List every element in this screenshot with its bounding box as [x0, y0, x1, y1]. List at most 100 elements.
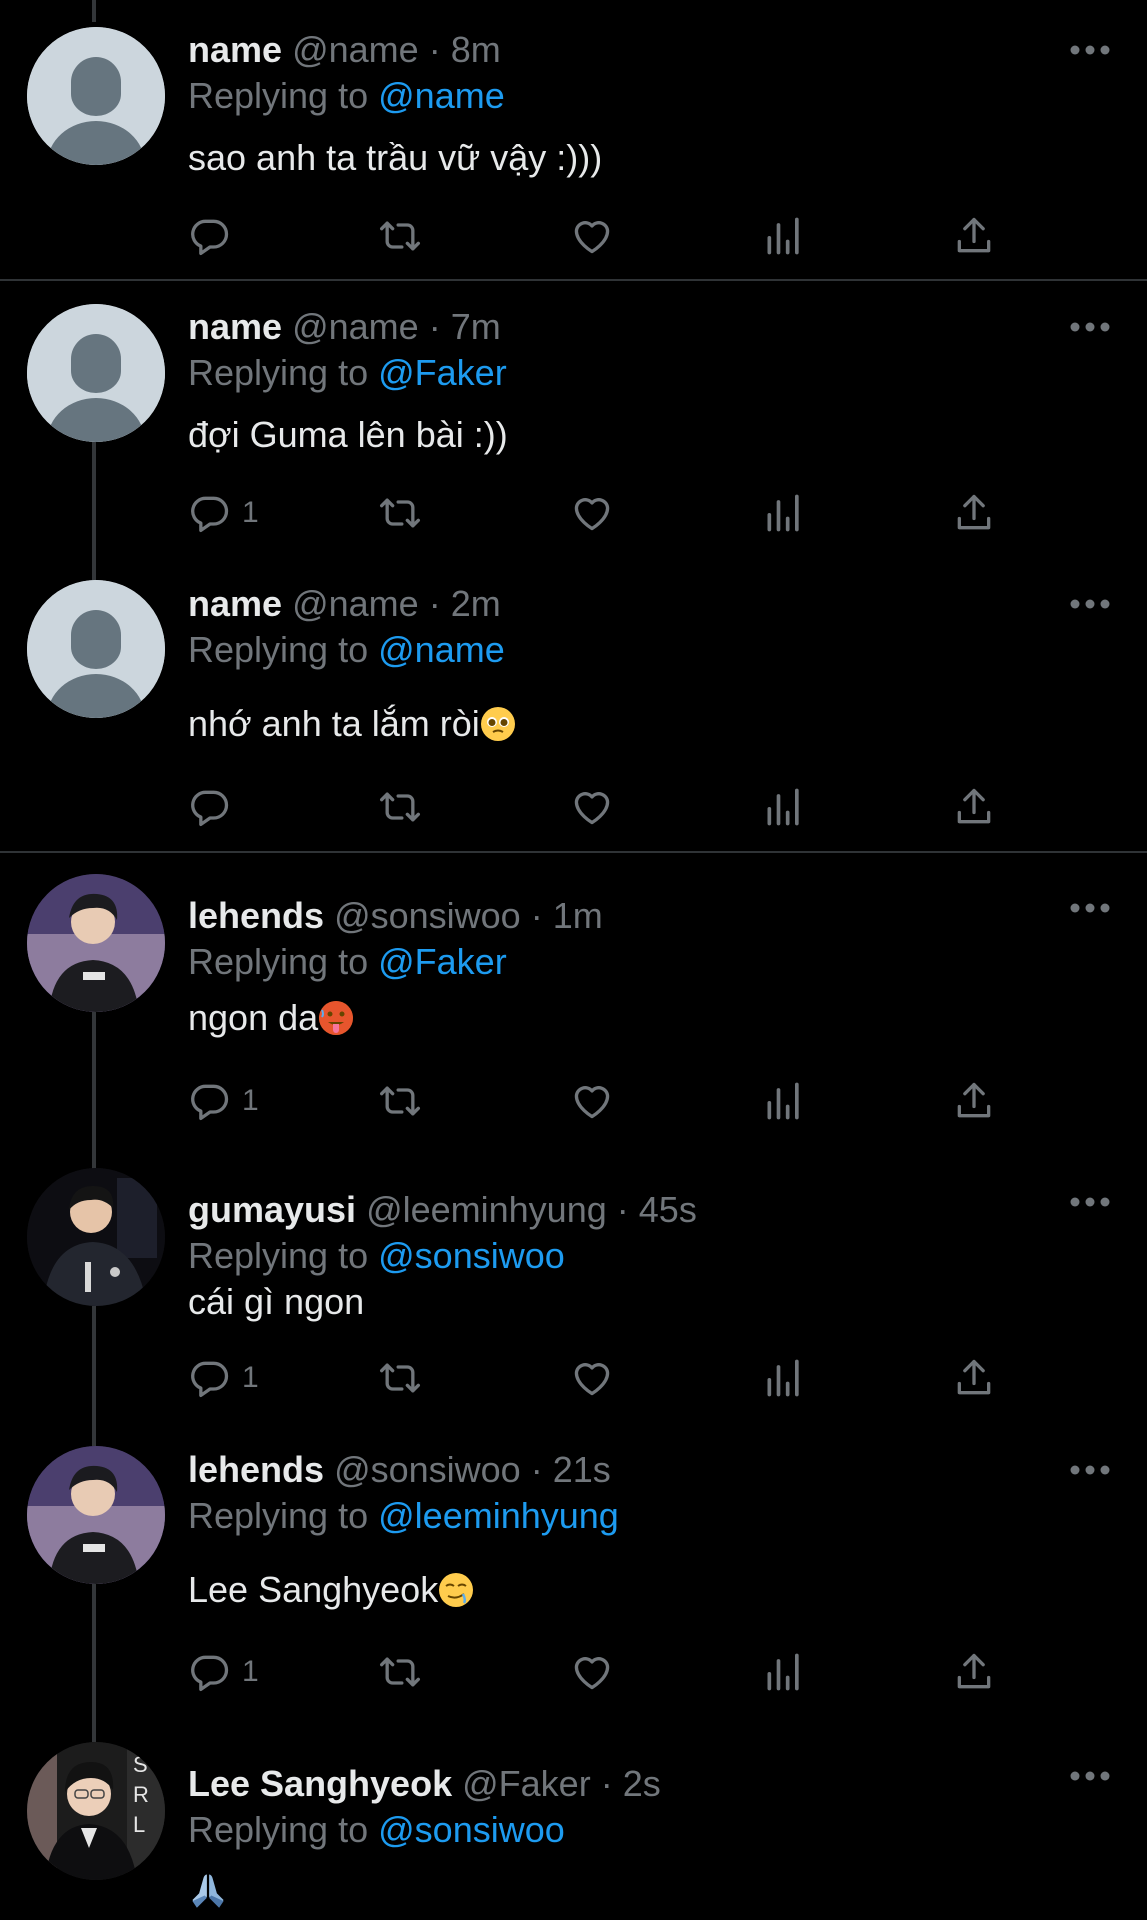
views-button[interactable] — [762, 1354, 806, 1402]
share-button[interactable] — [952, 1077, 996, 1125]
like-button[interactable] — [570, 212, 614, 260]
avatar-photo[interactable] — [27, 1168, 165, 1306]
mention-link[interactable]: @sonsiwoo — [378, 1809, 565, 1850]
replying-to: Replying to @leeminhyung — [188, 1494, 619, 1538]
more-options-icon[interactable] — [1070, 594, 1110, 614]
more-options-icon[interactable] — [1070, 317, 1110, 337]
avatar-photo[interactable] — [27, 874, 165, 1012]
separator-dot: · — [530, 1449, 543, 1490]
mention-link[interactable]: @Faker — [378, 352, 507, 393]
replying-to-label: Replying to — [188, 1809, 369, 1850]
more-options-icon[interactable] — [1070, 1460, 1110, 1480]
views-button[interactable] — [762, 1077, 806, 1125]
timestamp[interactable]: 2s — [623, 1763, 661, 1804]
avatar-default[interactable] — [27, 580, 165, 718]
tweet-text: cái gì ngon — [188, 1281, 365, 1322]
reply-icon — [191, 1361, 229, 1398]
tweet-actions: 1 — [188, 489, 1008, 537]
retweet-button[interactable] — [378, 1077, 422, 1125]
tweet[interactable]: SRL Lee Sanghyeok @Faker · 2s Replying t… — [0, 1742, 1147, 1920]
display-name[interactable]: name — [188, 29, 282, 70]
tweet-text: sao anh ta trầu vữ vậy :))) — [188, 137, 603, 178]
user-handle[interactable]: @name — [292, 306, 419, 347]
views-button[interactable] — [762, 1648, 806, 1696]
user-handle[interactable]: @sonsiwoo — [334, 895, 521, 936]
like-button[interactable] — [570, 489, 614, 537]
retweet-button[interactable] — [378, 212, 422, 260]
share-icon — [957, 494, 991, 530]
reply-button[interactable]: 1 — [188, 1648, 259, 1696]
retweet-button[interactable] — [378, 489, 422, 537]
reply-button[interactable]: 1 — [188, 489, 259, 537]
display-name[interactable]: name — [188, 583, 282, 624]
mention-link[interactable]: @name — [378, 75, 505, 116]
timestamp[interactable]: 1m — [553, 895, 603, 936]
more-options-icon[interactable] — [1070, 40, 1110, 60]
share-button[interactable] — [952, 1354, 996, 1402]
timestamp[interactable]: 45s — [639, 1189, 697, 1230]
reply-icon — [191, 219, 229, 256]
like-button[interactable] — [570, 1648, 614, 1696]
user-handle[interactable]: @leeminhyung — [366, 1189, 607, 1230]
share-button[interactable] — [952, 489, 996, 537]
avatar-default[interactable] — [27, 304, 165, 442]
svg-text:R: R — [133, 1782, 149, 1807]
tweet-header: Lee Sanghyeok @Faker · 2s — [188, 1762, 661, 1806]
share-button[interactable] — [952, 1648, 996, 1696]
display-name[interactable]: lehends — [188, 895, 324, 936]
mention-link[interactable]: @sonsiwoo — [378, 1235, 565, 1276]
reply-button[interactable] — [188, 212, 242, 260]
views-button[interactable] — [762, 783, 806, 831]
display-name[interactable]: gumayusi — [188, 1189, 356, 1230]
avatar-photo[interactable]: SRL — [27, 1742, 165, 1880]
retweet-button[interactable] — [378, 1648, 422, 1696]
display-name[interactable]: Lee Sanghyeok — [188, 1763, 452, 1804]
timestamp[interactable]: 21s — [553, 1449, 611, 1490]
mention-link[interactable]: @leeminhyung — [378, 1495, 619, 1536]
display-name[interactable]: lehends — [188, 1449, 324, 1490]
views-button[interactable] — [762, 212, 806, 260]
reply-icon — [191, 1655, 229, 1692]
tweet-actions — [188, 212, 1008, 260]
display-name[interactable]: name — [188, 306, 282, 347]
user-handle[interactable]: @sonsiwoo — [334, 1449, 521, 1490]
retweet-button[interactable] — [378, 1354, 422, 1402]
tweet[interactable]: lehends @sonsiwoo · 1m Replying to @Fake… — [0, 874, 1147, 1162]
tweet[interactable]: name @name · 8m Replying to @name sao an… — [0, 0, 1147, 280]
user-handle[interactable]: @Faker — [462, 1763, 591, 1804]
tweet[interactable]: lehends @sonsiwoo · 21s Replying to @lee… — [0, 1446, 1147, 1742]
avatar-photo[interactable] — [27, 1446, 165, 1584]
reply-button[interactable]: 1 — [188, 1354, 259, 1402]
replying-to: Replying to @name — [188, 74, 505, 118]
user-handle[interactable]: @name — [292, 29, 419, 70]
share-button[interactable] — [952, 212, 996, 260]
tweet-text-row: ngon da — [188, 996, 354, 1040]
like-button[interactable] — [570, 1077, 614, 1125]
retweet-icon — [380, 1363, 420, 1393]
retweet-button[interactable] — [378, 783, 422, 831]
tweet-header: name @name · 2m — [188, 582, 501, 626]
retweet-icon — [380, 1657, 420, 1687]
like-button[interactable] — [570, 783, 614, 831]
user-handle[interactable]: @name — [292, 583, 419, 624]
avatar-default[interactable] — [27, 27, 165, 165]
more-options-icon[interactable] — [1070, 1192, 1110, 1212]
more-options-icon[interactable] — [1070, 898, 1110, 918]
reply-button[interactable]: 1 — [188, 1077, 259, 1125]
mention-link[interactable]: @Faker — [378, 941, 507, 982]
mention-link[interactable]: @name — [378, 629, 505, 670]
timestamp[interactable]: 8m — [451, 29, 501, 70]
tweet[interactable]: gumayusi @leeminhyung · 45s Replying to … — [0, 1168, 1147, 1446]
replying-to: Replying to @name — [188, 628, 505, 672]
separator-dot: · — [428, 29, 441, 70]
more-options-icon[interactable] — [1070, 1766, 1110, 1786]
timestamp[interactable]: 7m — [451, 306, 501, 347]
timestamp[interactable]: 2m — [451, 583, 501, 624]
reply-button[interactable] — [188, 783, 242, 831]
like-button[interactable] — [570, 1354, 614, 1402]
share-button[interactable] — [952, 783, 996, 831]
tweet[interactable]: name @name · 7m Replying to @Faker đợi G… — [0, 280, 1147, 580]
tweet[interactable]: name @name · 2m Replying to @name nhớ an… — [0, 580, 1147, 850]
reply-count: 1 — [242, 496, 259, 529]
views-button[interactable] — [762, 489, 806, 537]
